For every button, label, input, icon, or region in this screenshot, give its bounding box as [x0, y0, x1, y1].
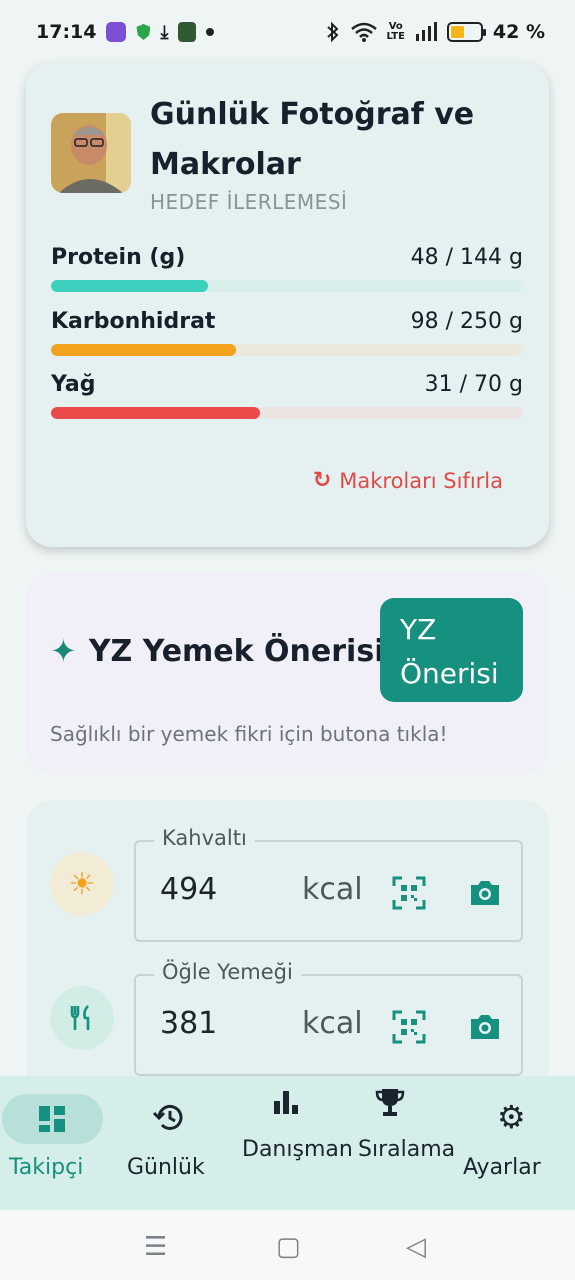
reset-macros-button[interactable]: ↻ Makroları Sıfırla: [313, 468, 503, 493]
nav-settings[interactable]: ⚙ Ayarlar: [455, 1076, 575, 1210]
meals-card: ☀ Kahvaltı 494 kcal Öğle Yemeği 381 kcal: [26, 800, 549, 1120]
macro-fat: Yağ 31 / 70 g: [51, 369, 523, 419]
macro-carbs: Karbonhidrat 98 / 250 g: [51, 306, 523, 356]
progress-track: [51, 344, 523, 356]
ai-title: ✦ YZ Yemek Önerisi: [50, 632, 385, 670]
breakfast-calorie-field[interactable]: Kahvaltı 494 kcal: [134, 826, 523, 942]
macro-value: 48 / 144 g: [410, 244, 523, 270]
macro-label: Yağ: [51, 371, 96, 397]
meal-breakfast: ☀ Kahvaltı 494 kcal: [26, 826, 549, 942]
calorie-value[interactable]: 381: [160, 1006, 217, 1041]
progress-fill: [51, 407, 261, 419]
nav-advisor[interactable]: Danışman: [227, 1076, 353, 1210]
nav-journal[interactable]: Günlük: [115, 1076, 227, 1210]
app-notification-icon: [106, 22, 127, 42]
progress-track: [51, 407, 523, 419]
avatar[interactable]: [51, 113, 131, 193]
nav-label: Günlük: [127, 1155, 205, 1180]
volte-indicator: Vo LTE: [386, 21, 405, 42]
goal-subtitle: HEDEF İLERLEMESİ: [150, 190, 348, 214]
progress-track: [51, 280, 523, 292]
battery-icon: [446, 22, 486, 42]
shield-icon: [136, 24, 151, 40]
signal-icon: [415, 22, 437, 41]
fork-knife-icon: [50, 986, 114, 1050]
qr-scan-icon[interactable]: [392, 1010, 426, 1044]
refresh-icon: ↻: [312, 468, 332, 493]
macro-label: Karbonhidrat: [51, 308, 216, 334]
ai-hint-text: Sağlıklı bir yemek fikri için butona tık…: [50, 722, 448, 746]
meal-lunch: Öğle Yemeği 381 kcal: [26, 960, 549, 1076]
goal-progress-card: Günlük Fotoğraf ve Makrolar HEDEF İLERLE…: [26, 62, 549, 547]
calorie-value[interactable]: 494: [160, 872, 217, 907]
wifi-icon: [350, 22, 377, 42]
system-navigation-bar: ☰ ▢ ◁: [0, 1210, 575, 1280]
nav-label: Sıralama: [358, 1137, 456, 1162]
nav-label: Ayarlar: [463, 1155, 541, 1180]
ai-suggestion-card: ✦ YZ Yemek Önerisi YZ Önerisi Sağlıklı b…: [26, 572, 549, 774]
qr-scan-icon[interactable]: [392, 876, 426, 910]
back-icon[interactable]: ◁: [406, 1232, 426, 1262]
macro-label: Protein (g): [51, 244, 186, 270]
ai-suggestion-button[interactable]: YZ Önerisi: [380, 598, 523, 702]
nav-label: Danışman: [242, 1137, 353, 1162]
page-title: Günlük Fotoğraf ve Makrolar: [150, 97, 475, 182]
camera-icon[interactable]: [468, 876, 502, 910]
bar-chart-icon: [274, 1091, 298, 1114]
macro-value: 98 / 250 g: [410, 308, 523, 334]
camera-icon[interactable]: [468, 1010, 502, 1044]
progress-fill: [51, 280, 209, 292]
nav-label: Takipçi: [9, 1155, 84, 1180]
macro-value: 31 / 70 g: [424, 371, 523, 397]
sparkle-icon: ✦: [50, 632, 77, 670]
home-icon[interactable]: ▢: [276, 1232, 301, 1262]
download-icon: ⤓: [160, 21, 169, 43]
reset-label: Makroları Sıfırla: [339, 468, 503, 493]
calorie-unit: kcal: [302, 872, 363, 907]
more-notifications-icon: [206, 28, 215, 36]
clock: 17:14: [36, 21, 97, 43]
dashboard-icon: [39, 1106, 65, 1132]
bluetooth-icon: [326, 21, 338, 43]
battery-percent: 42 %: [492, 21, 545, 43]
calorie-unit: kcal: [302, 1006, 363, 1041]
menu-icon[interactable]: ☰: [144, 1232, 167, 1262]
history-icon: [152, 1104, 183, 1130]
lunch-calorie-field[interactable]: Öğle Yemeği 381 kcal: [134, 960, 523, 1076]
chess-app-icon: [178, 22, 197, 42]
sun-icon: ☀: [50, 852, 114, 916]
progress-fill: [51, 344, 237, 356]
nav-tracker[interactable]: Takipçi: [0, 1076, 115, 1210]
macro-protein: Protein (g) 48 / 144 g: [51, 242, 523, 292]
gear-icon: ⚙: [497, 1098, 526, 1136]
status-bar: 17:14 ⤓ Vo LTE 42 %: [0, 0, 575, 64]
nav-ranking[interactable]: Sıralama: [343, 1076, 455, 1210]
bottom-navigation: Takipçi Günlük Danışman Sıralama ⚙ Ayarl…: [0, 1076, 575, 1210]
trophy-icon: [375, 1089, 405, 1116]
